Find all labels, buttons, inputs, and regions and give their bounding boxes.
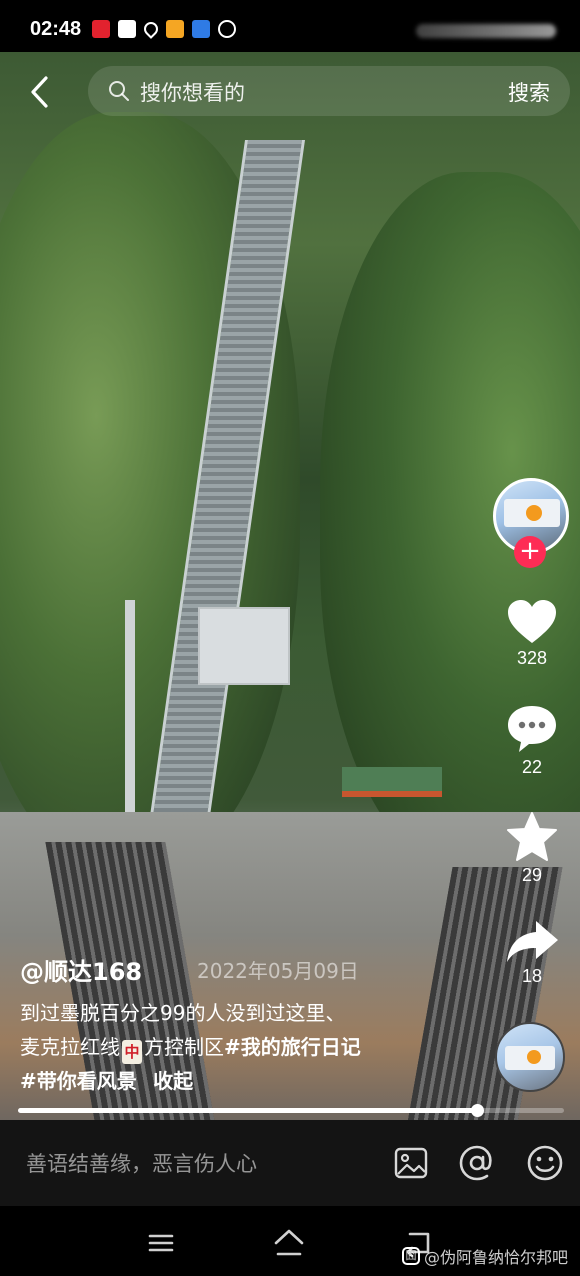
star-icon [507, 812, 557, 861]
video-description: 到过墨脱百分之99的人没到过这里、 麦克拉红线中方控制区#我的旅行日记 #带你看… [20, 996, 490, 1098]
music-disc-avatar[interactable] [495, 1022, 565, 1092]
description-line-1: 到过墨脱百分之99的人没到过这里、 [20, 1001, 346, 1025]
status-bar: 02:48 [0, 0, 580, 60]
comment-input[interactable]: 善语结善缘，恶言伤人心 [26, 1148, 257, 1178]
mahjong-tile-emoji: 中 [122, 1040, 142, 1064]
watermark-logo-icon: 囧 [401, 1247, 420, 1265]
home-icon[interactable] [272, 1226, 306, 1260]
watermark: 囧 @伪阿鲁纳恰尔邦吧 [401, 1244, 568, 1268]
menu-icon[interactable] [144, 1226, 178, 1260]
search-button[interactable]: 搜索 [508, 77, 550, 107]
progress-bar[interactable] [18, 1108, 477, 1113]
emoji-icon[interactable] [526, 1144, 564, 1182]
image-icon[interactable] [392, 1144, 430, 1182]
description-line-2: 麦克拉红线中方控制区#我的旅行日记 [20, 1030, 490, 1064]
status-icons [92, 19, 236, 39]
share-button[interactable]: 18 [500, 918, 564, 987]
app-icon-blue [192, 20, 210, 38]
follow-button[interactable]: + [514, 536, 546, 568]
scenery-sign [198, 607, 290, 685]
author-name[interactable]: @顺达168 [20, 952, 142, 987]
location-icon [141, 19, 161, 39]
progress-knob[interactable] [471, 1104, 484, 1117]
description-text-suffix: 方控制区 [144, 1035, 224, 1059]
app-icon-news [118, 20, 136, 38]
comment-icon [508, 706, 556, 752]
share-icon [507, 921, 558, 962]
chevron-left-icon [31, 76, 48, 108]
status-time: 02:48 [30, 18, 82, 40]
post-date: 2022年05月09日 [197, 959, 359, 983]
progress-track[interactable] [477, 1108, 564, 1113]
disc-truck-logo [527, 1050, 541, 1064]
favorite-count: 29 [521, 865, 543, 885]
like-button[interactable]: 328 [500, 598, 564, 669]
play-icon [218, 20, 236, 38]
watermark-text: @伪阿鲁纳恰尔邦吧 [423, 1248, 568, 1267]
scenery-gate [342, 767, 442, 797]
app-icon-yellow [166, 20, 184, 38]
description-line-3: #带你看风景 收起 [20, 1064, 490, 1098]
search-bar[interactable]: 搜你想看的 搜索 [88, 66, 570, 116]
like-count: 328 [516, 648, 548, 668]
comment-button[interactable]: 22 [500, 703, 564, 778]
favorite-button[interactable]: 29 [500, 811, 564, 886]
heart-icon [508, 600, 556, 643]
status-system-icons [416, 24, 556, 38]
avatar-truck-logo [526, 505, 542, 521]
app-icon-red [92, 20, 110, 38]
collapse-button[interactable]: 收起 [153, 1069, 193, 1093]
description-text-prefix: 麦克拉红线 [20, 1035, 120, 1059]
share-count: 18 [521, 966, 543, 986]
search-input[interactable]: 搜你想看的 [140, 77, 245, 107]
back-button[interactable] [22, 72, 58, 112]
mention-icon[interactable] [458, 1144, 496, 1182]
comment-bar: 善语结善缘，恶言伤人心 [0, 1120, 580, 1206]
hashtag-link[interactable]: #我的旅行日记 [224, 1035, 361, 1059]
comment-count: 22 [521, 757, 543, 777]
hashtag-link[interactable]: #带你看风景 [20, 1069, 137, 1093]
search-icon [109, 81, 129, 101]
